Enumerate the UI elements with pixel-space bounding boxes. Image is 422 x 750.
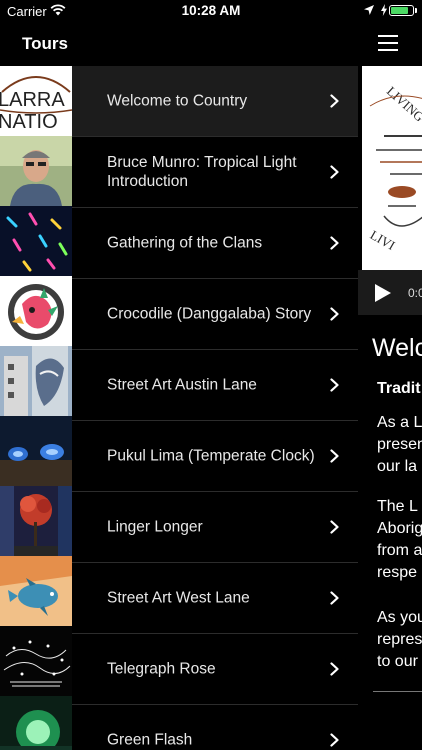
chevron-right-icon [330,662,339,676]
tour-item[interactable]: Welcome to Country [72,66,358,137]
battery-icon [389,5,414,16]
thumbnail-logo-text-2: NATIO [0,111,58,133]
content-divider [373,691,422,692]
navigation-bar: Tours [0,22,422,66]
thumbnail-gathering-of-the-clans[interactable] [0,206,72,276]
detail-subtitle: Tradit [377,380,421,397]
page-title: Tours [22,34,68,53]
tour-list: Welcome to Country Bruce Munro: Tropical … [72,66,358,750]
charging-bolt-icon [381,4,387,16]
detail-paragraph-3: As you repres to our [377,609,422,670]
chevron-right-icon [330,449,339,463]
tour-item[interactable]: Telegraph Rose [72,634,358,705]
thumbnail-logo-text: LARRA [0,89,65,111]
tour-item-label: Street Art West Lane [107,589,250,607]
thumbnail-street-art-west-lane[interactable] [0,556,72,626]
chevron-right-icon [330,307,339,321]
status-bar: Carrier 10:28 AM [0,0,422,22]
tour-item-label: Green Flash [107,731,193,749]
location-arrow-icon [364,5,374,15]
thumbnail-bruce-munro[interactable] [0,136,72,206]
chevron-right-icon [330,94,339,108]
player-time: 0:0 [408,286,422,300]
tour-item-label: Welcome to Country [107,92,248,110]
chevron-right-icon [330,236,339,250]
audio-player: 0:0 [358,270,422,315]
chevron-right-icon [330,378,339,392]
tour-item[interactable]: Green Flash [72,705,358,750]
tour-item-label: Pukul Lima (Temperate Clock) [107,447,315,465]
hamburger-menu-icon[interactable] [378,35,398,51]
thumbnail-green-flash[interactable] [0,696,72,750]
tour-detail-panel: LIVING LIVI 0:0 Welco Tradit As a L pres… [358,66,422,750]
thumbnail-welcome-to-country[interactable]: LARRA NATIO [0,66,72,136]
tour-item[interactable]: Pukul Lima (Temperate Clock) [72,421,358,492]
detail-paragraph-2: The L Aborig from a respe [377,498,422,581]
chevron-right-icon [330,520,339,534]
tour-item-label: Bruce Munro: Tropical Light Introduction [107,154,297,190]
tour-item-label: Crocodile (Danggalaba) Story [107,305,312,323]
chevron-right-icon [330,591,339,605]
tour-item[interactable]: Street Art West Lane [72,563,358,634]
clock: 10:28 AM [181,3,241,18]
tour-item-label: Linger Longer [107,518,203,536]
welcome-to-country-image: LIVING LIVI [362,66,422,270]
chevron-right-icon [330,733,339,747]
thumbnail-linger-longer[interactable] [0,486,72,556]
thumbnail-telegraph-rose[interactable] [0,626,72,696]
tour-item[interactable]: Gathering of the Clans [72,208,358,279]
play-icon[interactable] [375,284,391,302]
tour-item[interactable]: Linger Longer [72,492,358,563]
chevron-right-icon [330,165,339,179]
detail-paragraph-1: As a L presen our la [377,414,422,475]
thumbnail-crocodile-story[interactable] [0,276,72,346]
tour-item[interactable]: Crocodile (Danggalaba) Story [72,279,358,350]
tour-thumbnails: LARRA NATIO [0,66,72,750]
battery-tip [415,8,417,13]
battery-level [391,7,408,14]
tour-item[interactable]: Street Art Austin Lane [72,350,358,421]
tour-item-label: Telegraph Rose [107,660,216,678]
tour-item-label: Gathering of the Clans [107,234,263,252]
detail-title: Welco [372,334,422,362]
tour-item[interactable]: Bruce Munro: Tropical Light Introduction [72,137,358,208]
thumbnail-pukul-lima[interactable] [0,416,72,486]
thumbnail-street-art-austin-lane[interactable] [0,346,72,416]
tour-item-label: Street Art Austin Lane [107,376,257,394]
